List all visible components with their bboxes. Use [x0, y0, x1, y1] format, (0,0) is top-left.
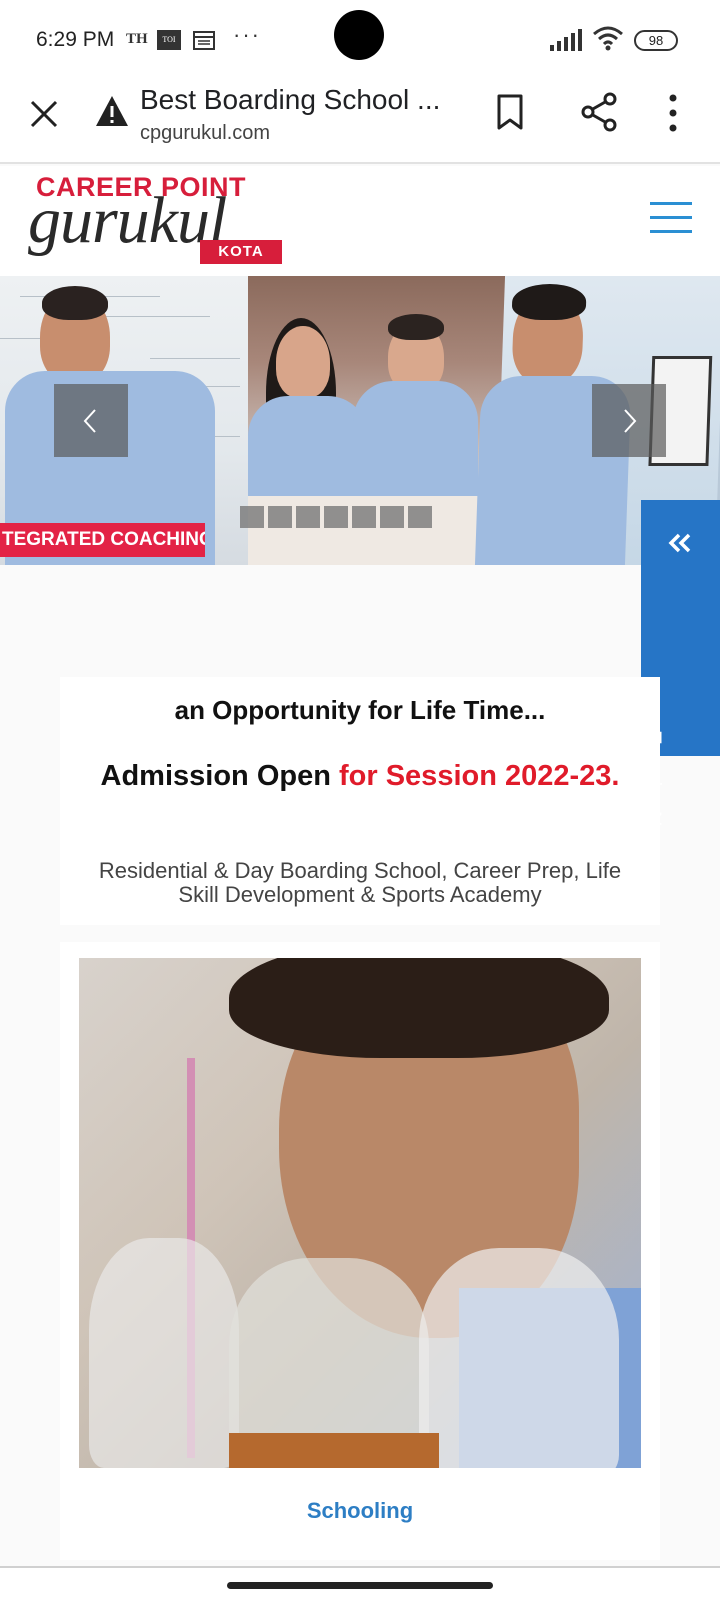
camera-cutout: [334, 10, 384, 60]
slider-prev-button[interactable]: [54, 384, 128, 457]
th-notification-icon: TH: [126, 31, 148, 47]
slider-dot[interactable]: [268, 506, 292, 528]
slider-dot[interactable]: [352, 506, 376, 528]
slider-pagination[interactable]: [240, 506, 432, 528]
status-bar: 6:29 PM TH TOI ··· 98: [0, 0, 720, 78]
site-header: CAREER POINT gurukul KOTA: [0, 166, 720, 276]
chevron-left-icon: [83, 409, 96, 433]
navigation-bar: [0, 1566, 720, 1600]
admission-heading: Admission Open for Session 2022-23.: [60, 760, 660, 793]
admission-prefix: Admission Open: [100, 760, 339, 792]
logo-main-text: gurukul: [28, 184, 227, 257]
school-description: Residential & Day Boarding School, Caree…: [98, 858, 622, 907]
browser-toolbar: Best Boarding School ... cpgurukul.com: [0, 78, 720, 164]
status-time: 6:29 PM: [36, 28, 115, 51]
share-icon[interactable]: [580, 92, 618, 132]
slider-dot[interactable]: [296, 506, 320, 528]
warning-icon[interactable]: [94, 94, 130, 128]
site-logo[interactable]: CAREER POINT gurukul KOTA: [28, 172, 288, 270]
signal-icon: [550, 29, 582, 51]
more-notifications-icon: ···: [233, 22, 261, 47]
close-icon[interactable]: [24, 94, 64, 134]
schooling-card[interactable]: Schooling: [60, 942, 660, 1560]
page-title[interactable]: Best Boarding School ...: [140, 84, 440, 116]
tagline: an Opportunity for Life Time...: [174, 695, 546, 725]
logo-badge: KOTA: [200, 240, 282, 264]
intro-section: an Opportunity for Life Time... Admissio…: [60, 677, 660, 925]
toi-notification-icon: TOI: [157, 30, 181, 50]
slider-dot[interactable]: [408, 506, 432, 528]
slider-next-button[interactable]: [592, 384, 666, 457]
schooling-link[interactable]: Schooling: [60, 1498, 660, 1524]
slider-dot[interactable]: [324, 506, 348, 528]
hero-slider[interactable]: TEGRATED COACHING: [0, 276, 720, 565]
chevron-right-icon: [624, 409, 637, 433]
home-indicator[interactable]: [227, 1582, 493, 1589]
calendar-icon: [193, 31, 215, 50]
more-vert-icon[interactable]: [666, 93, 680, 133]
bookmark-icon[interactable]: [494, 93, 526, 131]
slide-caption: TEGRATED COACHING: [0, 523, 205, 557]
admission-session: for Session 2022-23.: [339, 760, 620, 792]
battery-icon: 98: [634, 30, 678, 51]
slider-dot[interactable]: [240, 506, 264, 528]
slider-dot[interactable]: [380, 506, 404, 528]
hamburger-icon[interactable]: [650, 202, 692, 236]
wifi-icon: [593, 26, 623, 51]
page-url[interactable]: cpgurukul.com: [140, 122, 270, 145]
double-chevron-left-icon: [668, 533, 691, 553]
schooling-photo[interactable]: [79, 958, 641, 1468]
